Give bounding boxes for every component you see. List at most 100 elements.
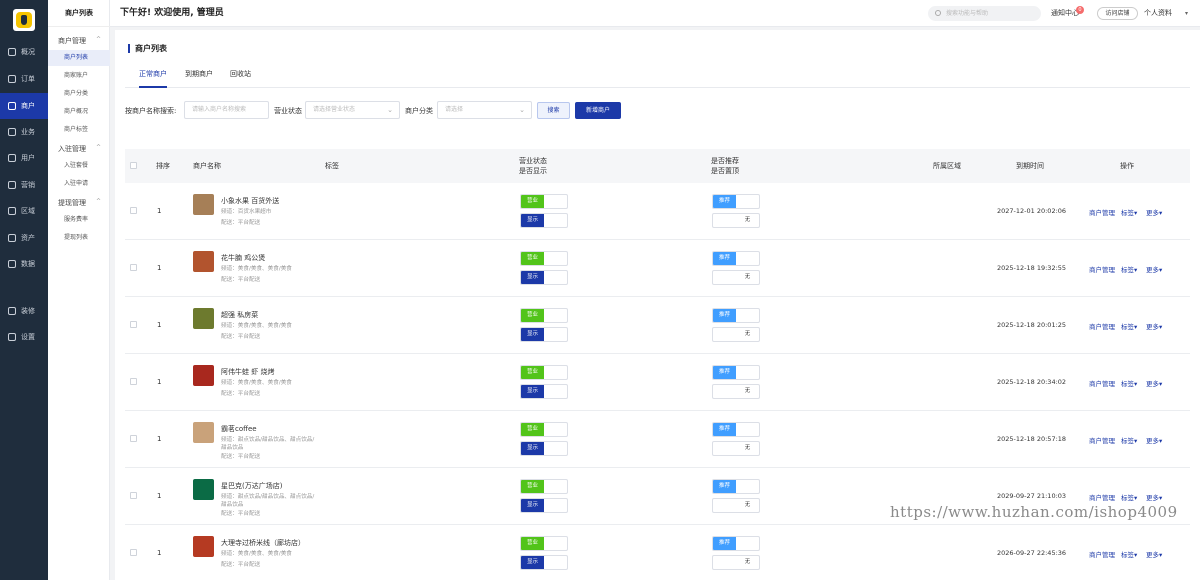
group-settle-manage[interactable]: 入驻管理 ^ bbox=[58, 144, 101, 154]
sub-item-merchant-category[interactable]: 商户分类 bbox=[48, 86, 110, 102]
row-checkbox[interactable] bbox=[130, 378, 137, 385]
sub-item-settle-apply[interactable]: 入驻申请 bbox=[48, 176, 110, 192]
sub-item-merchant-overview[interactable]: 商户概况 bbox=[48, 104, 110, 120]
tag-dropdown[interactable]: 标签▾ bbox=[1121, 378, 1137, 388]
recommend-toggle[interactable]: 推荐 bbox=[712, 251, 760, 266]
business-status-toggle[interactable]: 营业 bbox=[520, 536, 568, 551]
tag-dropdown[interactable]: 标签▾ bbox=[1121, 207, 1137, 217]
nav-overview[interactable]: 概况 bbox=[0, 39, 48, 65]
nav-marketing[interactable]: 营销 bbox=[0, 172, 48, 198]
merchant-manage-link[interactable]: 商户管理 bbox=[1089, 321, 1115, 331]
name-search-input[interactable]: 请输入商户名称搜索 bbox=[184, 101, 269, 119]
business-status-toggle[interactable]: 营业 bbox=[520, 308, 568, 323]
recommend-toggle[interactable]: 推荐 bbox=[712, 194, 760, 209]
display-toggle[interactable]: 显示 bbox=[520, 213, 568, 228]
merchant-thumbnail bbox=[193, 251, 214, 272]
more-dropdown[interactable]: 更多▾ bbox=[1146, 435, 1162, 445]
sub-menu: 商户列表 商户管理 ^ 商户列表 商家账户 商户分类 商户概况 商户标签 入驻管理… bbox=[48, 0, 110, 580]
status-select[interactable]: 请选择营业状态 ⌄ bbox=[305, 101, 400, 119]
profile-menu[interactable]: 个人资料 bbox=[1144, 0, 1172, 27]
merchant-manage-link[interactable]: 商户管理 bbox=[1089, 549, 1115, 559]
recommend-toggle[interactable]: 推荐 bbox=[712, 536, 760, 551]
row-checkbox[interactable] bbox=[130, 435, 137, 442]
display-toggle[interactable]: 显示 bbox=[520, 384, 568, 399]
display-toggle[interactable]: 显示 bbox=[520, 327, 568, 342]
pin-top-toggle[interactable]: 无 bbox=[712, 555, 760, 570]
region-icon bbox=[8, 207, 16, 215]
sub-item-withdraw-list[interactable]: 提现列表 bbox=[48, 230, 110, 246]
nav-business[interactable]: 业务 bbox=[0, 119, 48, 145]
group-merchant-manage[interactable]: 商户管理 ^ bbox=[58, 36, 101, 46]
business-status-toggle[interactable]: 营业 bbox=[520, 365, 568, 380]
nav-user[interactable]: 用户 bbox=[0, 145, 48, 171]
tag-dropdown[interactable]: 标签▾ bbox=[1121, 549, 1137, 559]
nav-merchant[interactable]: 商户 bbox=[0, 93, 48, 119]
display-toggle[interactable]: 显示 bbox=[520, 441, 568, 456]
business-status-toggle[interactable]: 营业 bbox=[520, 479, 568, 494]
sub-item-merchant-account[interactable]: 商家账户 bbox=[48, 68, 110, 84]
display-toggle[interactable]: 显示 bbox=[520, 555, 568, 570]
nav-asset[interactable]: 资产 bbox=[0, 225, 48, 251]
nav-region[interactable]: 区域 bbox=[0, 198, 48, 224]
business-status-toggle[interactable]: 营业 bbox=[520, 194, 568, 209]
nav-decorate[interactable]: 装修 bbox=[0, 298, 48, 324]
more-dropdown[interactable]: 更多▾ bbox=[1146, 378, 1162, 388]
sub-item-service-rate[interactable]: 服务费率 bbox=[48, 212, 110, 228]
sub-item-settle-package[interactable]: 入驻套餐 bbox=[48, 158, 110, 174]
more-dropdown[interactable]: 更多▾ bbox=[1146, 264, 1162, 274]
more-dropdown[interactable]: 更多▾ bbox=[1146, 321, 1162, 331]
chevron-down-icon[interactable]: ▾ bbox=[1185, 0, 1188, 27]
category-select[interactable]: 请选择 ⌄ bbox=[437, 101, 532, 119]
recommend-toggle[interactable]: 推荐 bbox=[712, 308, 760, 323]
tag-dropdown[interactable]: 标签▾ bbox=[1121, 264, 1137, 274]
row-checkbox[interactable] bbox=[130, 492, 137, 499]
search-button[interactable]: 搜索 bbox=[537, 102, 570, 119]
tab-expired[interactable]: 到期商户 bbox=[185, 69, 213, 79]
tab-normal[interactable]: 正常商户 bbox=[139, 69, 167, 79]
row-checkbox[interactable] bbox=[130, 264, 137, 271]
more-dropdown[interactable]: 更多▾ bbox=[1146, 207, 1162, 217]
more-dropdown[interactable]: 更多▾ bbox=[1146, 492, 1162, 502]
row-checkbox[interactable] bbox=[130, 207, 137, 214]
merchant-manage-link[interactable]: 商户管理 bbox=[1089, 264, 1115, 274]
pin-top-toggle[interactable]: 无 bbox=[712, 213, 760, 228]
select-all-checkbox[interactable] bbox=[130, 162, 137, 169]
row-checkbox[interactable] bbox=[130, 321, 137, 328]
merchant-manage-link[interactable]: 商户管理 bbox=[1089, 435, 1115, 445]
tag-dropdown[interactable]: 标签▾ bbox=[1121, 435, 1137, 445]
merchant-manage-link[interactable]: 商户管理 bbox=[1089, 378, 1115, 388]
pin-top-toggle[interactable]: 无 bbox=[712, 384, 760, 399]
tab-recycle[interactable]: 回收站 bbox=[230, 69, 251, 79]
merchant-channel: 频道：美食/美食、美食/美食 bbox=[221, 551, 292, 557]
display-toggle[interactable]: 显示 bbox=[520, 270, 568, 285]
add-merchant-button[interactable]: 新增商户 bbox=[575, 102, 621, 119]
recommend-toggle[interactable]: 推荐 bbox=[712, 422, 760, 437]
table-row: 1 阿伟牛蛙 虾 烧烤 频道：美食/美食、美食/美食 配送：平台配送 营业 显示 推荐无 20… bbox=[125, 354, 1190, 411]
pin-top-toggle[interactable]: 无 bbox=[712, 498, 760, 513]
business-status-toggle[interactable]: 营业 bbox=[520, 251, 568, 266]
sub-item-merchant-tag[interactable]: 商户标签 bbox=[48, 122, 110, 138]
visit-store-button[interactable]: 访问店铺 bbox=[1097, 7, 1138, 20]
pin-top-toggle[interactable]: 无 bbox=[712, 270, 760, 285]
nav-order[interactable]: 订单 bbox=[0, 66, 48, 92]
recommend-toggle[interactable]: 推荐 bbox=[712, 365, 760, 380]
pin-top-toggle[interactable]: 无 bbox=[712, 441, 760, 456]
search-input[interactable]: 搜索功能与帮助 bbox=[928, 6, 1041, 21]
row-checkbox[interactable] bbox=[130, 549, 137, 556]
nav-data[interactable]: 数据 bbox=[0, 251, 48, 277]
recommend-toggle[interactable]: 推荐 bbox=[712, 479, 760, 494]
greeting: 下午好! 欢迎使用, 管理员 bbox=[120, 8, 224, 18]
row-sort: 1 bbox=[157, 549, 162, 557]
tag-dropdown[interactable]: 标签▾ bbox=[1121, 321, 1137, 331]
tag-dropdown[interactable]: 标签▾ bbox=[1121, 492, 1137, 502]
nav-settings[interactable]: 设置 bbox=[0, 324, 48, 350]
merchant-manage-link[interactable]: 商户管理 bbox=[1089, 207, 1115, 217]
business-status-toggle[interactable]: 营业 bbox=[520, 422, 568, 437]
more-dropdown[interactable]: 更多▾ bbox=[1146, 549, 1162, 559]
group-withdraw-manage[interactable]: 提现管理 ^ bbox=[58, 198, 101, 208]
sub-item-merchant-list[interactable]: 商户列表 bbox=[48, 50, 110, 66]
display-toggle[interactable]: 显示 bbox=[520, 498, 568, 513]
merchant-manage-link[interactable]: 商户管理 bbox=[1089, 492, 1115, 502]
notice-center[interactable]: 通知中心 0 bbox=[1051, 0, 1084, 27]
pin-top-toggle[interactable]: 无 bbox=[712, 327, 760, 342]
